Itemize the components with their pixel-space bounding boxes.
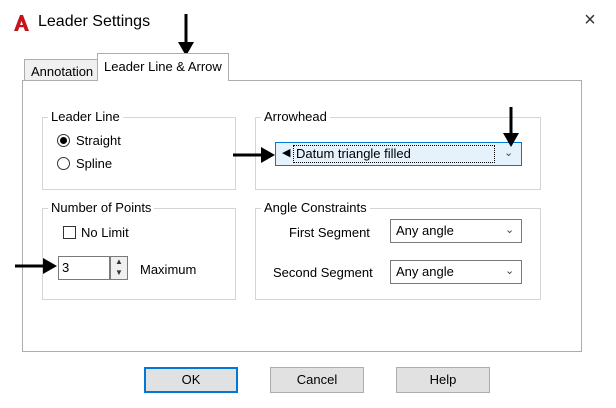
arrow-down-icon — [503, 107, 519, 147]
autocad-a-icon — [14, 15, 29, 31]
second-segment-select[interactable]: Any angle ⌄ — [390, 260, 522, 284]
points-stepper[interactable]: ▲ ▼ — [110, 256, 128, 280]
second-segment-value: Any angle — [396, 264, 454, 279]
first-segment-select[interactable]: Any angle ⌄ — [390, 219, 522, 243]
points-input-value: 3 — [62, 260, 70, 275]
leader-line-legend: Leader Line — [48, 109, 123, 124]
ok-button[interactable]: OK — [144, 367, 238, 393]
second-segment-label: Second Segment — [273, 265, 373, 280]
no-limit-label[interactable]: No Limit — [81, 225, 129, 240]
window-title: Leader Settings — [38, 13, 151, 30]
no-limit-checkbox[interactable] — [63, 226, 76, 239]
help-button[interactable]: Help — [396, 367, 490, 393]
chevron-down-icon[interactable]: ⌄ — [505, 264, 514, 277]
chevron-down-icon[interactable]: ⌄ — [505, 223, 514, 236]
spline-label[interactable]: Spline — [76, 156, 112, 171]
stepper-down-icon[interactable]: ▼ — [111, 268, 127, 279]
straight-label[interactable]: Straight — [76, 133, 121, 148]
arrow-right-icon — [15, 258, 57, 274]
arrow-right-icon — [233, 147, 275, 163]
arrowhead-select[interactable]: ◀ Datum triangle filled ⌄ — [275, 142, 522, 166]
tab-leader-line-arrow[interactable]: Leader Line & Arrow — [97, 53, 229, 81]
first-segment-label: First Segment — [289, 225, 370, 240]
tab-annotation[interactable]: Annotation — [24, 59, 101, 81]
leader-line-group — [42, 117, 236, 190]
cancel-button[interactable]: Cancel — [270, 367, 364, 393]
arrowhead-legend: Arrowhead — [261, 109, 330, 124]
spline-radio[interactable] — [57, 157, 70, 170]
maximum-label: Maximum — [140, 262, 197, 277]
points-input[interactable]: 3 — [58, 256, 110, 280]
datum-triangle-icon: ◀ — [282, 147, 291, 159]
arrowhead-dotted-focus — [293, 145, 495, 163]
first-segment-value: Any angle — [396, 223, 454, 238]
stepper-up-icon[interactable]: ▲ — [111, 257, 127, 268]
number-of-points-group — [42, 208, 236, 300]
straight-radio[interactable] — [57, 134, 70, 147]
chevron-down-icon[interactable]: ⌄ — [504, 146, 513, 159]
arrow-down-icon — [178, 14, 194, 56]
number-of-points-legend: Number of Points — [48, 200, 155, 215]
angle-constraints-legend: Angle Constraints — [261, 200, 370, 215]
close-icon[interactable]: × — [578, 8, 602, 32]
